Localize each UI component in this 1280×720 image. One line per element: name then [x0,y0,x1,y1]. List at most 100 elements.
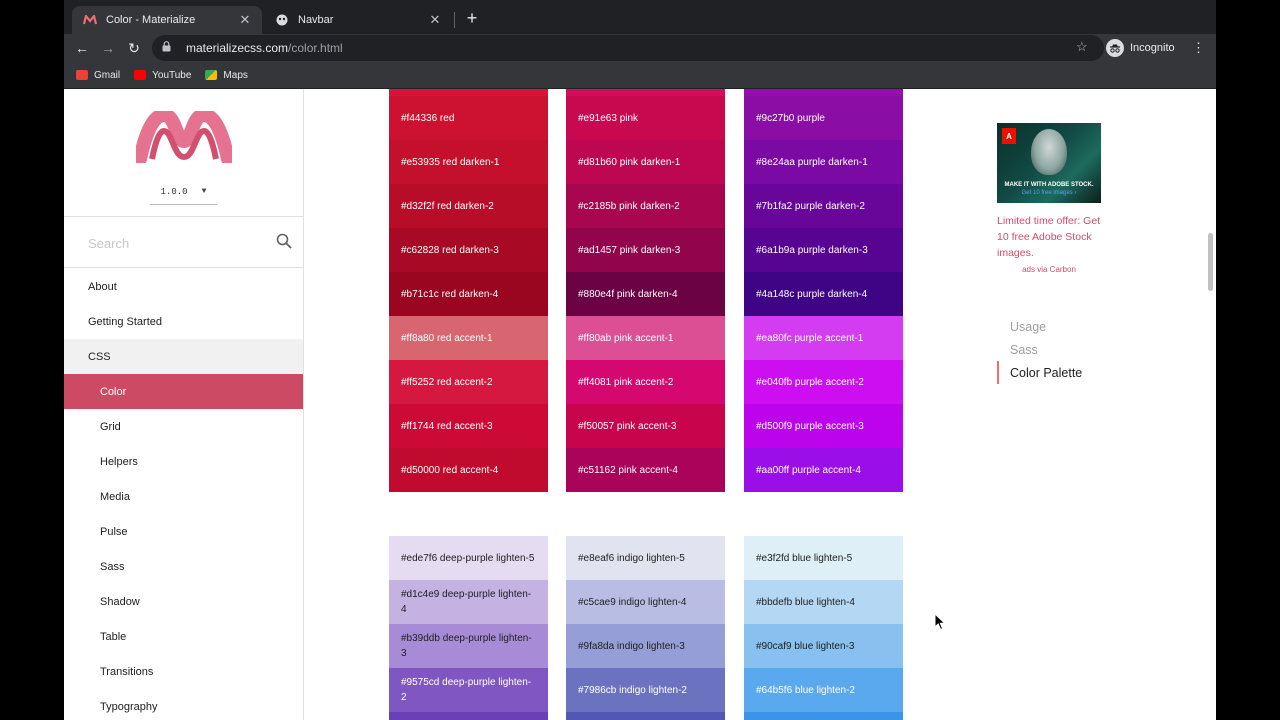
swatch: #ad1457 pink darken-3 [566,228,725,272]
sidebar-item-table[interactable]: Table [64,619,303,654]
back-icon[interactable]: ← [72,38,92,58]
sidebar-item-helpers[interactable]: Helpers [64,444,303,479]
swatch: #b71c1c red darken-4 [389,272,548,316]
swatch: #8e24aa purple darken-1 [744,140,903,184]
tab-navbar[interactable]: Navbar ✕ [264,6,452,34]
sidebar-item-label: Getting Started [88,315,162,328]
swatch: #7b1fa2 purple darken-2 [744,184,903,228]
swatch: #ff4081 pink accent-2 [566,360,725,404]
new-tab-icon[interactable]: + [462,8,482,28]
browser-window: Color - Materialize ✕ Navbar ✕ + ← → ↻ m… [64,0,1216,720]
toc-item-color-palette[interactable]: Color Palette [997,361,1082,384]
incognito-icon [1106,39,1124,57]
bookmark-label: YouTube [152,69,192,81]
logo-area: 1.0.0 ▼ [64,89,304,217]
swatch: #c5cae9 indigo lighten-4 [566,580,725,624]
swatch: #9575cd deep-purple lighten-2 [389,668,548,712]
bookmark-gmail[interactable]: Gmail [76,70,120,81]
swatch: #e91e63 pink [566,96,725,140]
swatch: #e3f2fd blue lighten-5 [744,536,903,580]
tab-title: Navbar [298,14,334,26]
sidebar-item-label: Table [100,630,127,643]
tab-title: Color - Materialize [106,14,196,26]
swatch: #e040fb purple accent-2 [744,360,903,404]
tab-divider [454,12,455,28]
ad-text-link[interactable]: Limited time offer: Get 10 free Adobe St… [997,213,1101,261]
sidebar-item-sass[interactable]: Sass [64,549,303,584]
swatch: #7986cb indigo lighten-2 [566,668,725,712]
bookmark-youtube[interactable]: YouTube [134,70,191,81]
sidebar-item-label: Sass [100,560,125,573]
bookmark-label: Maps [223,69,248,81]
palette-column-purple: #9c27b0 purple #8e24aa purple darken-1 #… [744,89,903,492]
tab-strip: Color - Materialize ✕ Navbar ✕ + [64,0,1216,34]
sidebar-item-media[interactable]: Media [64,479,303,514]
search-icon[interactable] [276,233,292,254]
address-bar[interactable]: materializecss.com/color.html [152,35,1104,61]
sidebar-item-pulse[interactable]: Pulse [64,514,303,549]
swatch: #b39ddb deep-purple lighten-3 [389,624,548,668]
url-host: materializecss.com [186,41,289,55]
reload-icon[interactable]: ↻ [124,38,144,58]
swatch: #90caf9 blue lighten-3 [744,624,903,668]
color-palette-main: #f44336 red #e53935 red darken-1 #d32f2f… [304,89,976,720]
sidebar-item-label: Color [100,385,127,398]
toc-item-sass[interactable]: Sass [997,338,1082,361]
swatch [566,712,725,720]
sidebar-item-getting-started[interactable]: Getting Started [64,304,303,339]
swatch-partial [744,89,903,96]
swatch: #ea80fc purple accent-1 [744,316,903,360]
tab-close-icon[interactable]: ✕ [238,12,252,28]
bookmarks-bar: Gmail YouTube Maps [64,62,1216,89]
swatch: #f44336 red [389,96,548,140]
youtube-icon [134,70,147,80]
ad-image-subcaption: Get 10 free images › [1021,190,1077,196]
maps-icon [205,70,218,80]
swatch: #ff8a80 red accent-1 [389,316,548,360]
toc-item-usage[interactable]: Usage [997,315,1082,338]
bookmark-maps[interactable]: Maps [205,69,248,81]
sidebar-item-css[interactable]: CSS [64,339,303,374]
swatch: #c62828 red darken-3 [389,228,548,272]
swatch-partial [566,89,725,96]
sidebar-item-shadow[interactable]: Shadow [64,584,303,619]
ad-image[interactable]: A MAKE IT WITH ADOBE STOCK. Get 10 free … [997,123,1101,203]
sidebar-item-transitions[interactable]: Transitions [64,654,303,689]
sidebar-item-about[interactable]: About [64,269,303,304]
gmail-icon [76,70,88,80]
scrollbar-thumb[interactable] [1208,233,1213,291]
search-input[interactable] [88,230,268,256]
swatch: #d50000 red accent-4 [389,448,548,492]
swatch: #ff1744 red accent-3 [389,404,548,448]
palette-column-blue: #e3f2fd blue lighten-5 #bbdefb blue ligh… [744,536,903,720]
incognito-profile-button[interactable]: Incognito [1106,37,1175,59]
sidebar-item-label: About [88,280,117,293]
palette-column-red: #f44336 red #e53935 red darken-1 #d32f2f… [389,89,548,492]
tab-close-icon[interactable]: ✕ [428,12,442,28]
swatch: #e8eaf6 indigo lighten-5 [566,536,725,580]
sidebar-item-color[interactable]: Color [64,374,303,409]
sidebar-item-typography[interactable]: Typography [64,689,303,720]
materialize-favicon-icon [82,12,98,28]
swatch: #d500f9 purple accent-3 [744,404,903,448]
swatch: #4a148c purple darken-4 [744,272,903,316]
palette-column-pink: #e91e63 pink #d81b60 pink darken-1 #c218… [566,89,725,492]
ad-via-link[interactable]: ads via Carbon [997,265,1101,274]
forward-icon[interactable]: → [98,38,118,58]
bookmark-star-icon[interactable]: ☆ [1076,39,1088,55]
swatch: #c2185b pink darken-2 [566,184,725,228]
tab-color-materialize[interactable]: Color - Materialize ✕ [72,6,262,34]
swatch: #c51162 pink accent-4 [566,448,725,492]
browser-menu-icon[interactable]: ⋮ [1192,40,1205,56]
page-content: 1.0.0 ▼ About Getting Started CSS Color … [64,89,1216,720]
materialize-logo[interactable] [133,107,235,168]
carbon-ad[interactable]: A MAKE IT WITH ADOBE STOCK. Get 10 free … [997,123,1101,274]
sidebar-item-label: Media [100,490,130,503]
sidebar-item-grid[interactable]: Grid [64,409,303,444]
swatch: #aa00ff purple accent-4 [744,448,903,492]
swatch: #d1c4e9 deep-purple lighten-4 [389,580,548,624]
swatch [744,712,903,720]
version-select[interactable]: 1.0.0 ▼ [150,179,217,205]
swatch: #d32f2f red darken-2 [389,184,548,228]
swatch: #9fa8da indigo lighten-3 [566,624,725,668]
